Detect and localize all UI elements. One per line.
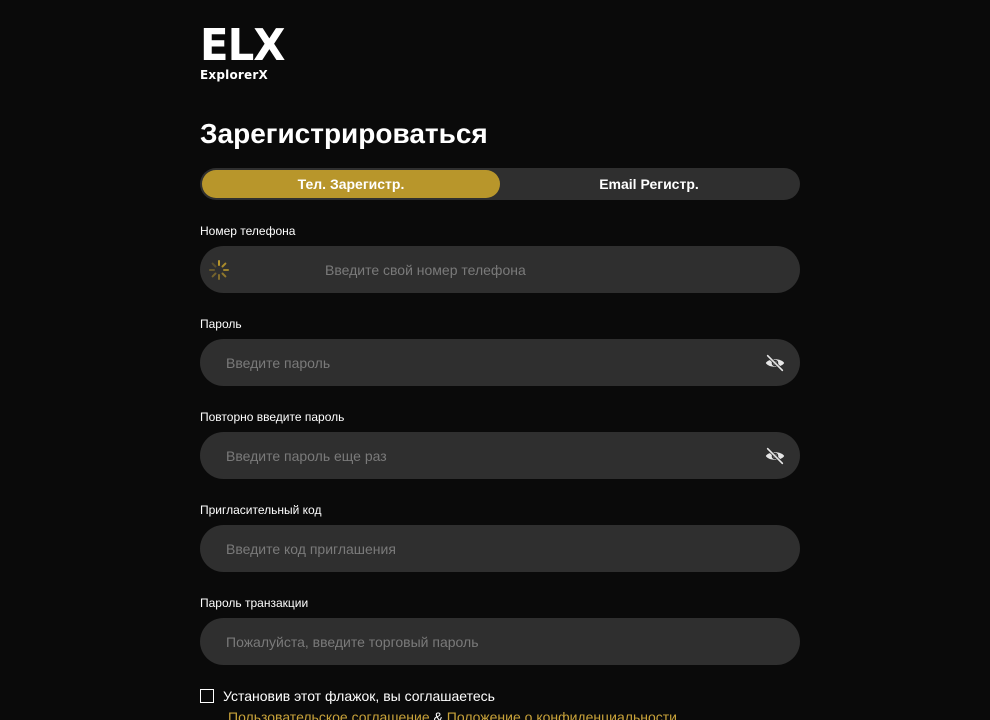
tab-email-register[interactable]: Email Регистр. xyxy=(500,170,798,198)
password-repeat-label: Повторно введите пароль xyxy=(200,410,345,424)
trade-password-input[interactable] xyxy=(200,618,800,665)
register-page: ELX ExplorerX Зарегистрироваться Тел. За… xyxy=(0,0,990,720)
invite-code-field-wrap xyxy=(200,525,800,572)
agreement-separator: & xyxy=(433,709,443,720)
trade-password-label: Пароль транзакции xyxy=(200,596,309,610)
password-repeat-field-wrap xyxy=(200,432,800,479)
password-input[interactable] xyxy=(200,339,800,386)
tab-phone-register[interactable]: Тел. Зарегистр. xyxy=(202,170,500,198)
phone-input[interactable] xyxy=(200,246,800,293)
agreement-text: Установив этот флажок, вы соглашаетесь xyxy=(223,688,495,704)
agreement-links: Пользовательское соглашение & Положение … xyxy=(228,708,800,720)
loading-spinner-icon xyxy=(209,260,229,280)
phone-label: Номер телефона xyxy=(200,224,296,238)
eye-off-icon[interactable] xyxy=(764,445,786,467)
register-form-container: ELX ExplorerX Зарегистрироваться Тел. За… xyxy=(200,24,800,720)
invite-code-label: Пригласительный код xyxy=(200,503,322,517)
phone-field-wrap xyxy=(200,246,800,293)
page-title: Зарегистрироваться xyxy=(200,118,488,149)
logo-mark: ELX xyxy=(200,20,286,71)
password-label: Пароль xyxy=(200,317,242,331)
eye-off-icon[interactable] xyxy=(764,352,786,374)
logo: ELX ExplorerX xyxy=(200,20,286,96)
privacy-policy-link[interactable]: Положение о конфиденциальности xyxy=(447,709,677,720)
password-field-wrap xyxy=(200,339,800,386)
user-agreement-link[interactable]: Пользовательское соглашение xyxy=(228,709,430,720)
invite-code-input[interactable] xyxy=(200,525,800,572)
agreement-checkbox[interactable] xyxy=(200,689,214,703)
trade-password-field-wrap xyxy=(200,618,800,665)
register-method-tabs: Тел. Зарегистр. Email Регистр. xyxy=(200,168,800,200)
password-repeat-input[interactable] xyxy=(200,432,800,479)
agreement-row: Установив этот флажок, вы соглашаетесь xyxy=(200,687,800,705)
